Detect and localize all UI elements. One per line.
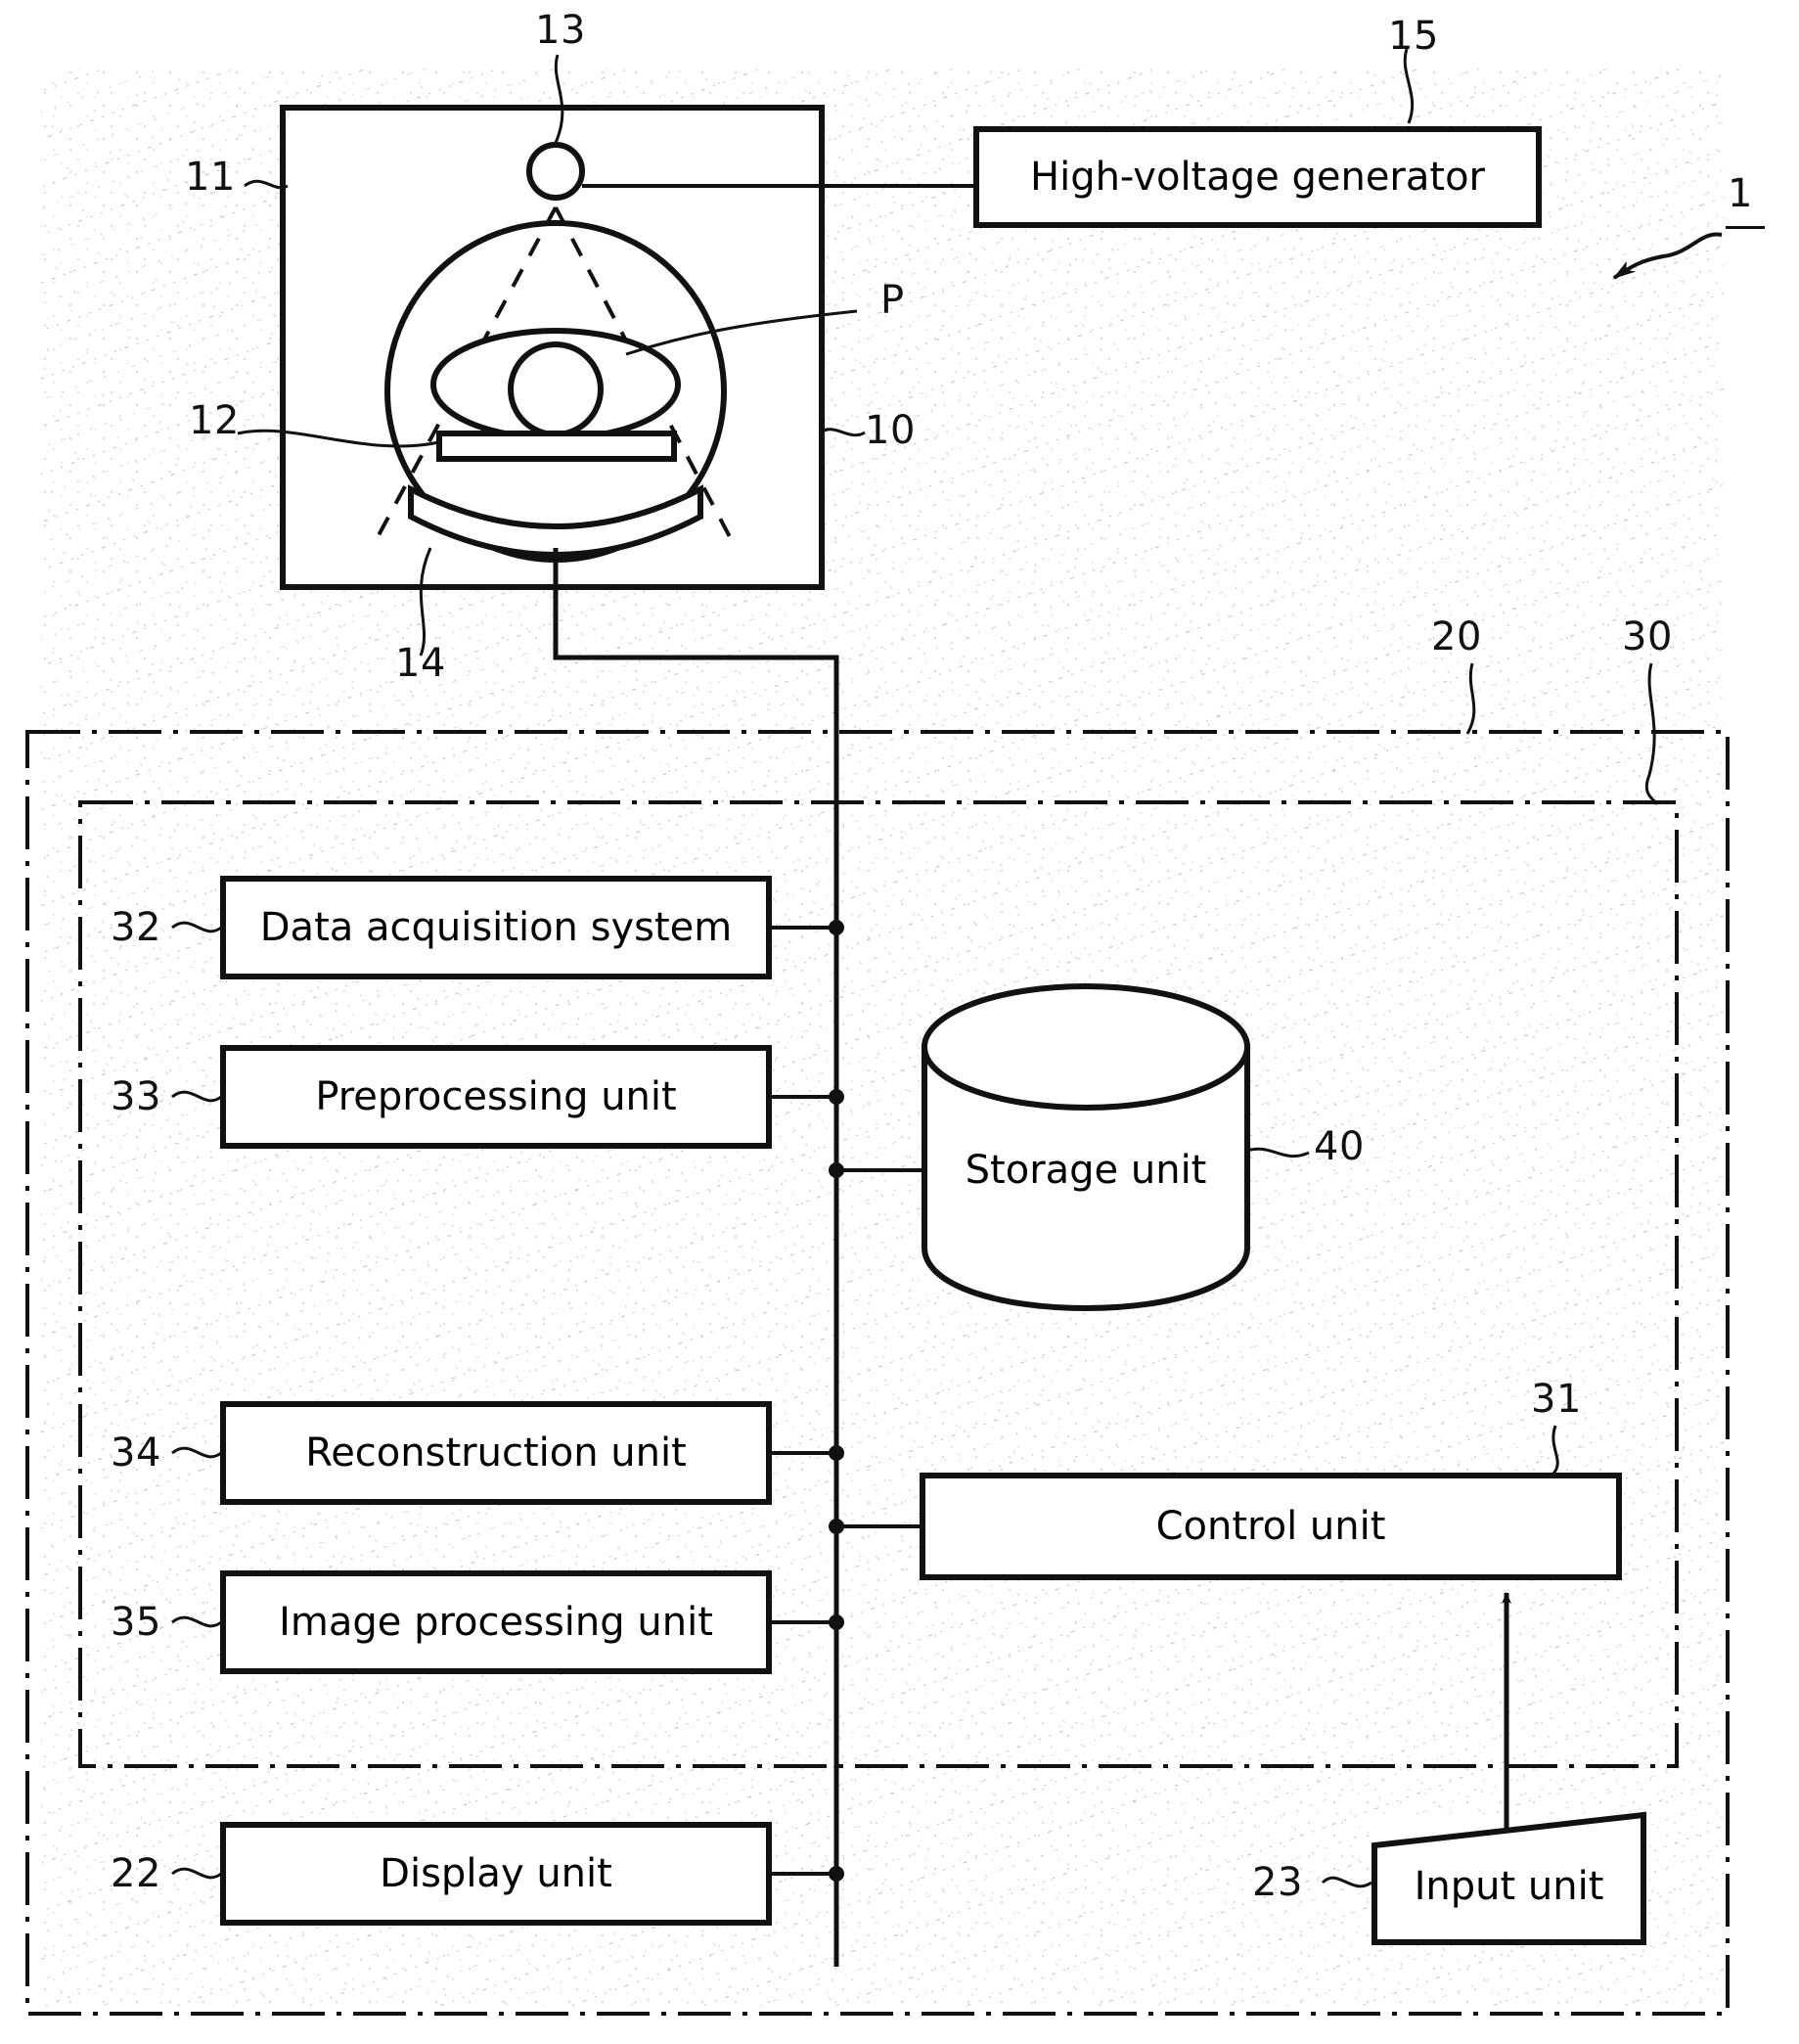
ref-label-33: 33 bbox=[111, 1074, 161, 1119]
input-unit-label: Input unit bbox=[1414, 1864, 1604, 1909]
storage-unit-label-wrap: Storage unit bbox=[924, 1123, 1247, 1217]
xray-tube-circle bbox=[526, 142, 585, 201]
ref-label-35: 35 bbox=[111, 1600, 161, 1645]
ref-label-22: 22 bbox=[111, 1851, 161, 1896]
junction-dot-preproc bbox=[829, 1089, 844, 1105]
reconstruction-unit-label: Reconstruction unit bbox=[305, 1431, 687, 1476]
control-unit-label: Control unit bbox=[1155, 1504, 1386, 1549]
ref-label-11: 11 bbox=[185, 155, 236, 200]
ref-label-34: 34 bbox=[111, 1431, 161, 1476]
junction-dot-display bbox=[829, 1866, 844, 1882]
preprocessing-unit-label: Preprocessing unit bbox=[315, 1074, 677, 1119]
ref-label-30: 30 bbox=[1622, 614, 1673, 659]
junction-dot-imgproc bbox=[829, 1614, 844, 1630]
preprocessing-unit-label-wrap: Preprocessing unit bbox=[223, 1048, 769, 1146]
storage-cylinder-top bbox=[922, 983, 1250, 1111]
ref-label-1-underline bbox=[1726, 226, 1765, 229]
ref-label-1: 1 bbox=[1728, 171, 1753, 216]
input-unit-label-wrap: Input unit bbox=[1374, 1835, 1643, 1938]
high-voltage-generator-label-wrap: High-voltage generator bbox=[976, 129, 1539, 225]
ref-label-12: 12 bbox=[189, 398, 240, 443]
display-unit-label: Display unit bbox=[380, 1851, 612, 1896]
ref-label-23: 23 bbox=[1252, 1860, 1303, 1905]
ref-label-P: P bbox=[880, 278, 905, 323]
ref-label-14: 14 bbox=[395, 641, 446, 686]
patient-section-circle bbox=[508, 341, 604, 437]
ref-label-32: 32 bbox=[111, 905, 161, 950]
junction-dot-storage bbox=[829, 1162, 844, 1178]
ref-label-13: 13 bbox=[535, 8, 586, 53]
ref-label-15: 15 bbox=[1388, 14, 1439, 59]
ref-label-10: 10 bbox=[865, 408, 916, 453]
data-acquisition-system-label-wrap: Data acquisition system bbox=[223, 879, 769, 977]
storage-unit-label: Storage unit bbox=[965, 1148, 1207, 1193]
junction-dot-das bbox=[829, 920, 844, 935]
ref-label-40: 40 bbox=[1314, 1124, 1365, 1169]
figure-canvas: 11 13 12 10 14 P 15 20 30 32 33 34 35 22… bbox=[0, 0, 1799, 2044]
data-acquisition-system-label: Data acquisition system bbox=[259, 905, 733, 950]
ref-label-31: 31 bbox=[1531, 1377, 1582, 1422]
high-voltage-generator-label: High-voltage generator bbox=[1030, 155, 1485, 200]
reconstruction-unit-label-wrap: Reconstruction unit bbox=[223, 1404, 769, 1502]
patient-couch-bar bbox=[436, 431, 677, 462]
junction-dot-control bbox=[829, 1519, 844, 1534]
ref-label-20: 20 bbox=[1431, 614, 1482, 659]
image-processing-unit-label-wrap: Image processing unit bbox=[223, 1573, 769, 1671]
display-unit-label-wrap: Display unit bbox=[223, 1825, 769, 1923]
image-processing-unit-label: Image processing unit bbox=[279, 1600, 713, 1645]
junction-dot-recon bbox=[829, 1445, 844, 1461]
control-unit-label-wrap: Control unit bbox=[922, 1476, 1619, 1577]
